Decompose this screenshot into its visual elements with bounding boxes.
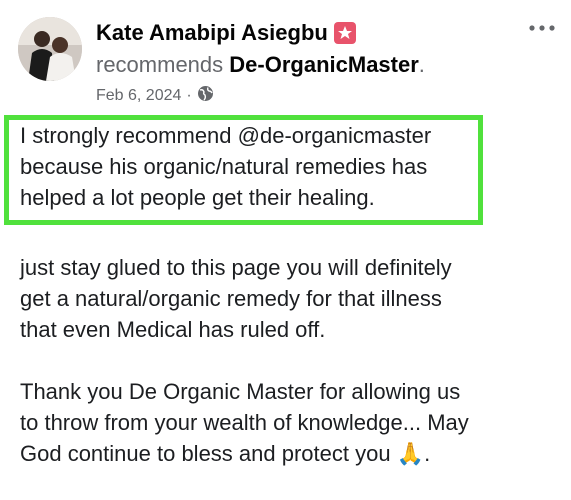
paragraph-3: Thank you De Organic Master for allowing… (20, 376, 560, 469)
post-line: just stay glued to this page you will de… (20, 255, 452, 280)
post-line: that even Medical has ruled off. (20, 317, 326, 342)
more-horizontal-icon (529, 25, 555, 31)
author-row: Kate Amabipi Asiegbu (96, 20, 356, 46)
globe-icon (197, 85, 214, 107)
highlighted-paragraph: I strongly recommend @de-organicmaster b… (20, 120, 560, 213)
recommends-verb: recommends (96, 52, 224, 77)
avatar-photo (18, 17, 82, 81)
post-body: I strongly recommend @de-organicmaster b… (20, 120, 560, 469)
author-avatar[interactable] (18, 17, 82, 81)
author-name[interactable]: Kate Amabipi Asiegbu (96, 20, 328, 46)
meta-separator: · (186, 87, 192, 104)
post-date[interactable]: Feb 6, 2024 (96, 87, 181, 105)
post-line: because his organic/natural remedies has (20, 154, 428, 179)
badge-icon (333, 22, 356, 44)
post-line: I strongly recommend @de-organicmaster (20, 123, 432, 148)
page-name-suffix: . (418, 52, 425, 77)
post-line: to throw from your wealth of knowledge..… (20, 410, 469, 435)
more-options-button[interactable] (525, 14, 559, 42)
post-line: helped a lot people get their healing. (20, 185, 375, 210)
post-meta: Feb 6, 2024 · (96, 85, 214, 107)
paragraph-2: just stay glued to this page you will de… (20, 252, 560, 345)
post-line: God continue to bless and protect you 🙏. (20, 441, 431, 466)
page-name-link[interactable]: De-OrganicMaster (229, 52, 419, 77)
post-line: get a natural/organic remedy for that il… (20, 286, 442, 311)
recommends-row: recommends De-OrganicMaster. (96, 52, 425, 78)
post-line: Thank you De Organic Master for allowing… (20, 379, 461, 404)
